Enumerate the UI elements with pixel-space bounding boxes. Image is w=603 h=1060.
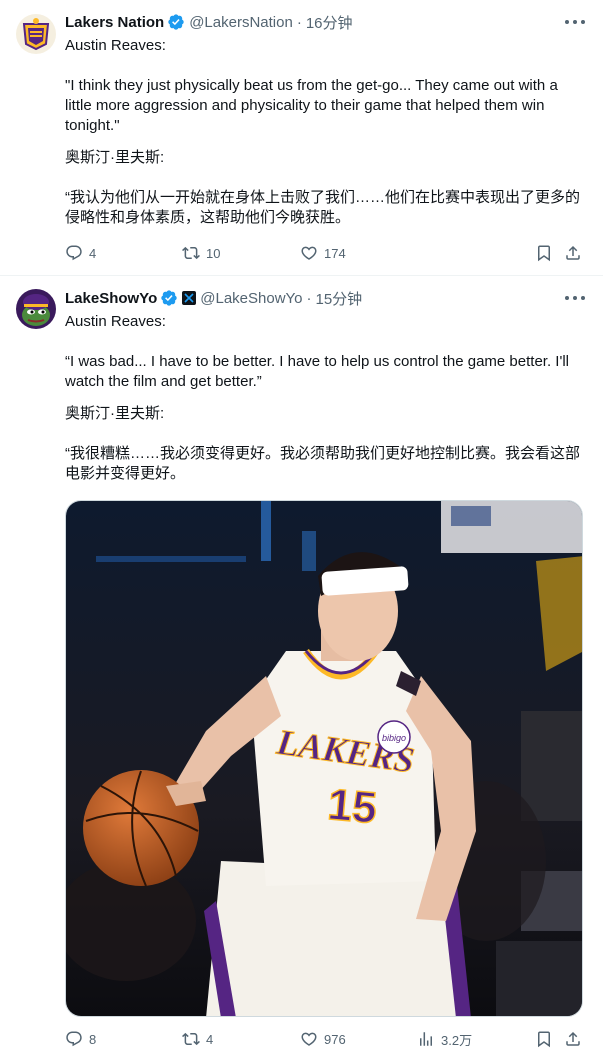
display-name[interactable]: LakeShowYo [65,290,157,307]
tweet-lakeshowyo[interactable]: LakeShowYo @LakeShowYo · 15分钟 Austin Rea… [0,276,603,1060]
share-button[interactable] [564,244,582,262]
share-button[interactable] [564,1030,582,1048]
tweet-paragraph: 奥斯汀·里夫斯: [65,405,165,422]
timestamp[interactable]: 15分钟 [316,288,363,309]
action-bar: 8 4 976 3.2万 [65,1028,583,1050]
separator-dot: · [296,13,302,31]
views-button[interactable]: 3.2万 [417,1030,472,1049]
tweet-paragraph: "I think they just physically beat us fr… [65,77,558,134]
tweet-text: Austin Reaves: "I think they just physic… [65,36,585,248]
tweet-paragraph: “我很糟糕……我必须变得更好。我必须帮助我们更好地控制比赛。我会看这部电影并变得… [65,445,580,482]
verified-badge-icon [160,289,178,307]
bookmark-icon [538,1031,550,1048]
tweet-paragraph: 奥斯汀·里夫斯: [65,149,165,166]
tweet-paragraph: “I was bad... I have to be better. I hav… [65,353,569,390]
tweet-header: LakeShowYo @LakeShowYo · 15分钟 [65,287,362,309]
bookmark-button[interactable] [535,1030,553,1048]
retweet-count: 4 [206,1031,214,1047]
handle[interactable]: @LakersNation [189,14,293,31]
bookmark-icon [538,245,550,262]
like-icon [301,246,317,260]
reply-button[interactable]: 8 [65,1030,96,1048]
like-icon [301,1032,317,1046]
verified-badge-icon [167,13,185,31]
tweet-text: Austin Reaves: “I was bad... I have to b… [65,312,585,504]
like-count: 174 [324,245,346,261]
basketball-player-photo: LAKERS 15 bibigo [66,501,582,1016]
bookmark-button[interactable] [535,244,553,262]
retweet-icon [182,1032,200,1046]
avatar-lakeshowyo[interactable] [16,289,56,329]
tweet-paragraph: “我认为他们从一开始就在身体上击败了我们……他们在比赛中表现出了更多的侵略性和身… [65,189,580,226]
reply-count: 8 [89,1031,97,1047]
share-icon [566,245,580,260]
more-icon[interactable] [565,290,585,306]
like-count: 976 [324,1031,346,1047]
views-icon [420,1032,432,1046]
like-button[interactable]: 976 [300,1030,346,1048]
tweet-paragraph: Austin Reaves: [65,37,166,54]
avatar-lakers-nation[interactable] [16,14,56,54]
more-icon[interactable] [565,14,585,30]
reply-count: 4 [89,245,97,261]
tweet-paragraph: Austin Reaves: [65,313,166,330]
retweet-button[interactable]: 10 [182,244,220,262]
retweet-button[interactable]: 4 [182,1030,213,1048]
retweet-count: 10 [206,245,221,261]
view-count: 3.2万 [441,1032,473,1048]
like-button[interactable]: 174 [300,244,346,262]
reply-icon [66,1031,82,1047]
handle[interactable]: @LakeShowYo [200,290,302,307]
jersey-number: 15 [326,780,379,833]
retweet-icon [182,246,200,260]
tweet-header: Lakers Nation @LakersNation · 16分钟 [65,11,353,33]
tweet-photo[interactable]: LAKERS 15 bibigo [65,500,583,1017]
tweet-lakersnation[interactable]: Lakers Nation @LakersNation · 16分钟 Austi… [0,0,603,276]
reply-icon [66,245,82,261]
reply-button[interactable]: 4 [65,244,96,262]
affiliate-x-icon[interactable] [182,291,197,305]
separator-dot: · [306,289,312,307]
jersey-patch: bibigo [382,733,406,743]
timestamp[interactable]: 16分钟 [306,12,353,33]
action-bar: 4 10 174 [65,242,583,264]
display-name[interactable]: Lakers Nation [65,14,164,31]
share-icon [566,1031,580,1046]
